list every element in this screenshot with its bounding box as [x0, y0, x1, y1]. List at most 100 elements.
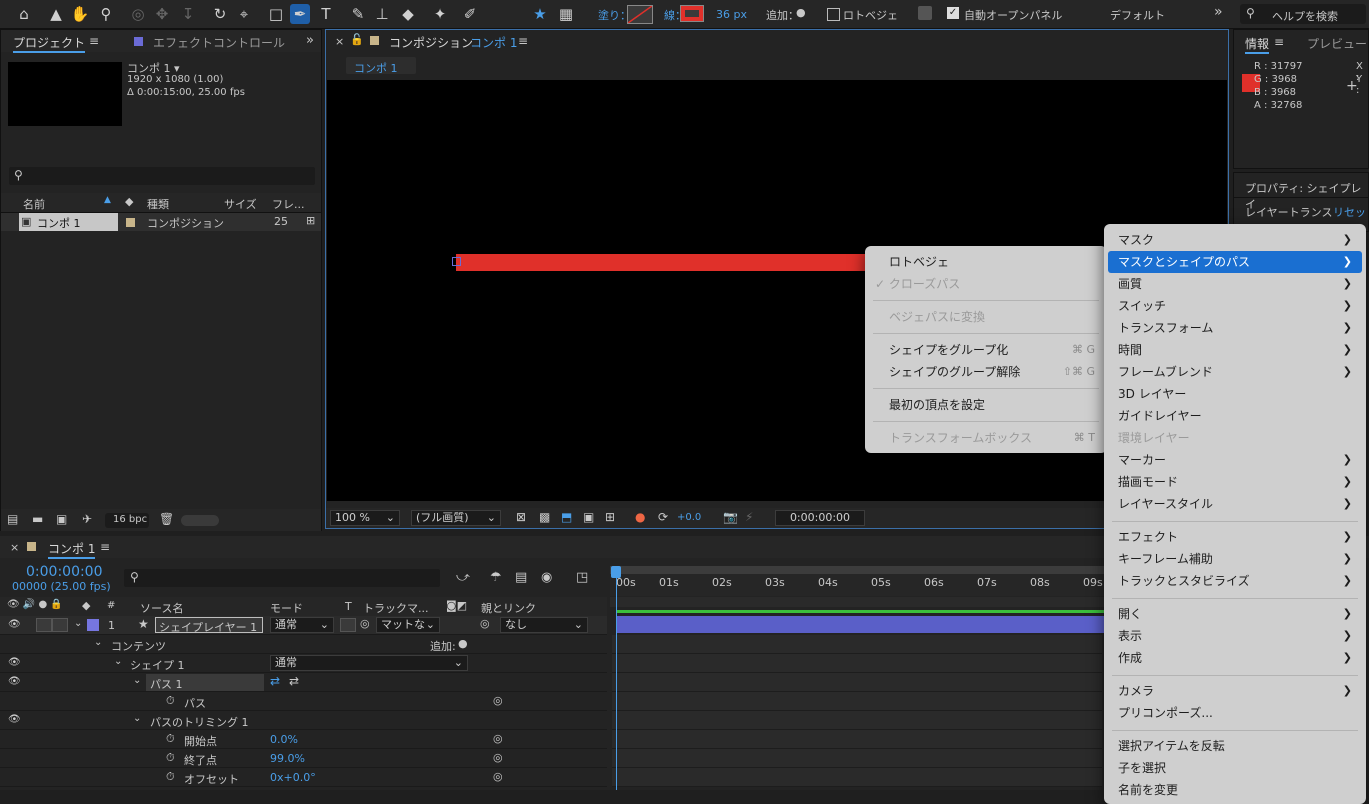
thumbnail-slider[interactable] — [181, 515, 219, 526]
trim-end-row[interactable]: ⏱ 終了点 99.0% ◎ — [0, 749, 607, 768]
eye-icon[interactable]: 👁 — [8, 676, 21, 687]
menu-transform-box[interactable]: トランスフォームボックス ⌘ T — [865, 427, 1107, 449]
comp-tab[interactable]: コンポ 1 — [346, 57, 416, 75]
trash-icon[interactable]: 🗑 — [159, 512, 174, 526]
stopwatch-icon[interactable]: ⏱ — [166, 751, 175, 765]
eye-icon[interactable]: 👁 — [8, 619, 21, 630]
col-mode[interactable]: モード — [270, 600, 303, 616]
timeline-search-input[interactable]: ⚲ — [124, 569, 440, 587]
menu-item-mask-shape-path[interactable]: マスクとシェイプのパス ❯ — [1108, 251, 1362, 273]
menu-item-track-stabilize[interactable]: トラックとスタビライズ ❯ — [1104, 570, 1366, 592]
tab-project[interactable]: プロジェクト — [13, 34, 86, 53]
rectangle-tool-icon[interactable]: □ — [266, 4, 286, 24]
flowchart-icon[interactable]: ⊞ — [306, 214, 315, 227]
stroke-swatch[interactable] — [680, 5, 704, 22]
show-snapshot-icon[interactable]: ⚡ — [745, 510, 753, 524]
pen-tool-icon[interactable]: ✒ — [290, 4, 310, 24]
pan-tool-icon[interactable]: ✥ — [152, 4, 172, 24]
menu-item-open[interactable]: 開く ❯ — [1104, 603, 1366, 625]
timecode-field[interactable]: 0:00:00:00 — [775, 510, 865, 526]
zoom-dropdown[interactable]: 100 % ⌄ — [330, 510, 400, 526]
new-comp-icon[interactable]: ▣ — [56, 512, 67, 526]
path-row[interactable]: ⏱ パス ◎ — [0, 692, 607, 711]
timeline-timecode[interactable]: 0:00:00:00 — [26, 564, 103, 580]
pickwhip-icon[interactable]: ◎ — [493, 732, 503, 745]
puppet-pin-icon[interactable]: ✐ — [460, 4, 480, 24]
help-search-box[interactable]: ⚲ ヘルプを検索 — [1240, 4, 1366, 24]
rotobezier-checkbox[interactable] — [827, 8, 840, 21]
menu-item-blend-mode[interactable]: 描画モード ❯ — [1104, 471, 1366, 493]
render-queue-icon[interactable]: ✈ — [82, 512, 92, 526]
home-icon[interactable]: ⌂ — [14, 4, 34, 24]
stopwatch-icon[interactable]: ⏱ — [166, 732, 175, 746]
path-vertex-handle[interactable] — [452, 257, 461, 266]
solo-switch[interactable] — [36, 618, 52, 632]
col-name[interactable]: 名前 — [23, 196, 45, 212]
menu-item-marker[interactable]: マーカー ❯ — [1104, 449, 1366, 471]
menu-item-transform[interactable]: トランスフォーム ❯ — [1104, 317, 1366, 339]
star-icon[interactable]: ★ — [530, 4, 550, 24]
menu-item-precompose[interactable]: プリコンポーズ... — [1104, 702, 1366, 724]
menu-item-mask[interactable]: マスク ❯ — [1104, 229, 1366, 251]
red-stroke-shape[interactable] — [456, 254, 866, 271]
tab-preview[interactable]: プレビュー — [1307, 35, 1367, 52]
quality-dropdown[interactable]: (フル画質) ⌄ — [411, 510, 501, 526]
workspace-label[interactable]: デフォルト — [1110, 7, 1165, 23]
dolly-tool-icon[interactable]: ↧ — [178, 4, 198, 24]
menu-item-camera[interactable]: カメラ ❯ — [1104, 680, 1366, 702]
draft-3d-icon[interactable]: ☂ — [490, 570, 502, 585]
shape1-row[interactable]: 👁 ⌄ シェイプ 1 通常 ⌄ — [0, 654, 607, 673]
info-menu-icon[interactable]: ≡ — [1274, 35, 1284, 49]
trim-offset-value[interactable]: 0x+0.0° — [270, 771, 316, 784]
layer-duration-bar[interactable] — [616, 616, 1104, 633]
menu-item-quality[interactable]: 画質 ❯ — [1104, 273, 1366, 295]
menu-group-shapes[interactable]: シェイプをグループ化 ⌘ G — [865, 339, 1107, 361]
grid-icon[interactable]: ▦ — [556, 4, 576, 24]
menu-item-reveal[interactable]: 表示 ❯ — [1104, 625, 1366, 647]
time-ruler[interactable]: 00s 01s 02s 03s 04s 05s 06s 07s 08s 09s — [610, 566, 1104, 596]
panel-overflow-icon[interactable]: » — [306, 33, 314, 48]
mask-visibility-icon[interactable]: ⬒ — [561, 510, 572, 524]
parent-dropdown[interactable]: なし ⌄ — [500, 617, 588, 633]
playhead-line[interactable] — [616, 566, 617, 790]
expand-chevron-icon[interactable]: ⌄ — [94, 637, 102, 648]
tab-effect-controls[interactable]: エフェクトコントロール — [153, 34, 285, 51]
lock-icon[interactable]: 🔓 — [350, 33, 364, 46]
graph-editor-icon[interactable]: ◳ — [576, 570, 588, 585]
trim-offset-row[interactable]: ⏱ オフセット 0x+0.0° ◎ — [0, 768, 607, 787]
menu-rotobezier[interactable]: ロトベジェ — [865, 251, 1107, 273]
menu-item-time[interactable]: 時間 ❯ — [1104, 339, 1366, 361]
pickwhip-icon[interactable]: ◎ — [493, 694, 503, 707]
add-play-icon[interactable]: ● — [796, 6, 806, 19]
comp-panel-menu-icon[interactable]: ≡ — [518, 34, 528, 48]
menu-closed-path[interactable]: ✓ クローズパス — [865, 273, 1107, 295]
roto-brush-icon[interactable]: ✦ — [430, 4, 450, 24]
clone-stamp-icon[interactable]: ⊥ — [372, 4, 392, 24]
menu-item-frame-blend[interactable]: フレームブレンド ❯ — [1104, 361, 1366, 383]
menu-item-create[interactable]: 作成 ❯ — [1104, 647, 1366, 669]
text-tool-icon[interactable]: T — [316, 4, 336, 24]
eye-icon[interactable]: 👁 — [8, 657, 21, 668]
timeline-tab[interactable]: コンポ 1 — [48, 540, 96, 559]
menu-item-invert-selection[interactable]: 選択アイテムを反転 — [1104, 735, 1366, 757]
layer-name-field[interactable]: シェイプレイヤー 1 — [155, 617, 263, 634]
col-size[interactable]: サイズ — [224, 196, 257, 212]
pickwhip-icon[interactable]: ◎ — [493, 770, 503, 783]
menu-item-switches[interactable]: スイッチ ❯ — [1104, 295, 1366, 317]
expand-chevron-icon[interactable]: ⌄ — [114, 656, 122, 667]
col-type[interactable]: 種類 — [147, 196, 169, 212]
trim-start-value[interactable]: 0.0% — [270, 733, 298, 746]
grid-guides-icon[interactable]: ⊞ — [605, 510, 615, 524]
path-direction-reverse-icon[interactable]: ⇄ — [289, 674, 299, 688]
eraser-tool-icon[interactable]: ◆ — [398, 4, 418, 24]
stroke-width[interactable]: 36 px — [716, 8, 747, 21]
interpret-footage-icon[interactable]: ▤ — [7, 512, 18, 526]
path1-row[interactable]: 👁 ⌄ パス 1 ⇄ ⇄ — [0, 673, 607, 692]
stopwatch-icon[interactable]: ⏱ — [166, 694, 175, 708]
menu-item-keyframe-assist[interactable]: キーフレーム補助 ❯ — [1104, 548, 1366, 570]
comp-flowchart-icon[interactable]: ⤻ — [456, 570, 470, 585]
menu-item-environment-layer[interactable]: 環境レイヤー — [1104, 427, 1366, 449]
menu-item-effect[interactable]: エフェクト ❯ — [1104, 526, 1366, 548]
close-panel-icon[interactable]: × — [335, 35, 344, 48]
col-source-name[interactable]: ソース名 — [140, 600, 183, 616]
